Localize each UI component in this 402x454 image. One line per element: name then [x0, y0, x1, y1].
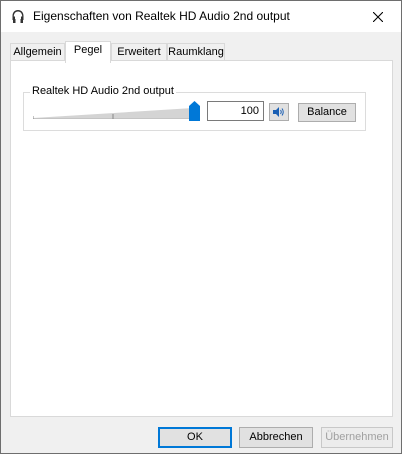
tab-pegel[interactable]: Pegel — [65, 41, 111, 63]
speaker-volume-icon — [273, 107, 284, 117]
device-label: Realtek HD Audio 2nd output — [30, 85, 176, 97]
volume-level-field[interactable]: 100 — [207, 101, 264, 121]
tab-erweitert[interactable]: Erweitert — [111, 43, 167, 61]
close-icon — [373, 11, 383, 22]
ok-button[interactable]: OK — [158, 427, 232, 448]
apply-button[interactable]: Übernehmen — [321, 427, 393, 448]
tab-allgemein[interactable]: Allgemein — [10, 43, 65, 61]
speaker-properties-icon — [11, 9, 25, 25]
tab-panel-pegel: Realtek HD Audio 2nd output 100 Balance — [10, 60, 393, 417]
balance-button[interactable]: Balance — [298, 103, 356, 122]
window-title: Eigenschaften von Realtek HD Audio 2nd o… — [33, 9, 290, 23]
tab-raumklang[interactable]: Raumklang — [167, 43, 225, 61]
volume-slider-track[interactable] — [33, 107, 197, 119]
properties-dialog: Eigenschaften von Realtek HD Audio 2nd o… — [0, 0, 402, 454]
volume-slider-thumb[interactable] — [188, 101, 200, 121]
mute-button[interactable] — [269, 103, 289, 121]
close-button[interactable] — [355, 1, 401, 32]
title-bar[interactable]: Eigenschaften von Realtek HD Audio 2nd o… — [1, 1, 401, 32]
cancel-button[interactable]: Abbrechen — [239, 427, 313, 448]
